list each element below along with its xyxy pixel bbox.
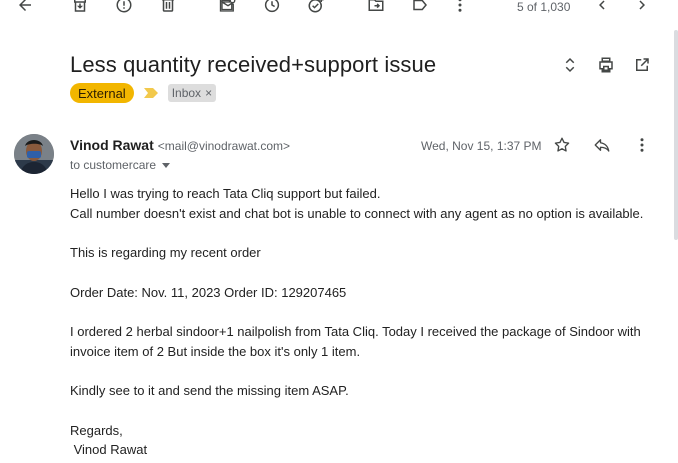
open-in-new-icon (636, 58, 649, 71)
older-button[interactable] (631, 0, 653, 16)
delete-button[interactable] (157, 0, 179, 16)
recipient-line: to customercare (70, 158, 171, 172)
chevron-right-icon (639, 0, 645, 10)
chevron-left-icon (599, 0, 605, 10)
mark-unread-icon (219, 0, 236, 12)
message-more-button[interactable] (631, 134, 653, 156)
inbox-label-text: Inbox (171, 86, 202, 100)
reply-button[interactable] (591, 134, 613, 156)
back-button[interactable] (14, 0, 36, 16)
email-date: Wed, Nov 15, 1:37 PM (421, 139, 542, 153)
inbox-label: Inbox × (167, 84, 217, 102)
email-body: Hello I was trying to reach Tata Cliq su… (70, 184, 660, 460)
report-spam-icon (116, 0, 132, 13)
toolbar: 5 of 1,030 (0, 0, 678, 18)
printer-icon (599, 57, 613, 73)
label-button[interactable] (409, 0, 431, 16)
pagination-text: 5 of 1,030 (517, 0, 571, 14)
body-line: This is regarding my recent order (70, 245, 261, 260)
label-icon (413, 0, 427, 11)
move-to-button[interactable] (365, 0, 387, 16)
archive-button[interactable] (69, 0, 91, 16)
body-line: I ordered 2 herbal sindoor+1 nailpolish … (70, 324, 641, 339)
expand-all-button[interactable] (559, 54, 581, 76)
more-vert-icon (640, 138, 644, 152)
sender-line: Vinod Rawat <mail@vinodrawat.com> (70, 137, 290, 153)
body-line: Hello I was trying to reach Tata Cliq su… (70, 186, 381, 201)
report-spam-button[interactable] (113, 0, 135, 16)
mark-unread-button[interactable] (217, 0, 239, 16)
sender-avatar[interactable] (14, 134, 54, 174)
body-line: Call number doesn't exist and chat bot i… (70, 205, 644, 221)
star-button[interactable] (551, 134, 573, 156)
archive-icon (74, 0, 86, 12)
star-icon (554, 137, 570, 152)
snooze-button[interactable] (261, 0, 283, 16)
unfold-icon (565, 57, 575, 73)
email-subject: Less quantity received+support issue (70, 52, 437, 77)
trash-icon (162, 0, 174, 12)
add-to-tasks-button[interactable] (305, 0, 327, 16)
sender-name[interactable]: Vinod Rawat (70, 137, 154, 153)
add-task-icon (308, 0, 324, 13)
scrollbar[interactable] (674, 30, 678, 240)
body-line: Order Date: Nov. 11, 2023 Order ID: 1292… (70, 284, 347, 300)
show-details-chevron-down-icon[interactable] (162, 162, 171, 168)
move-to-folder-icon (368, 0, 384, 11)
external-label: External (70, 83, 134, 103)
clock-icon (264, 0, 280, 13)
label-row: External Inbox × (70, 83, 217, 103)
sender-email: <mail@vinodrawat.com> (157, 139, 290, 153)
recipient-text: to customercare (70, 158, 157, 172)
newer-button[interactable] (591, 0, 613, 16)
body-line: Kindly see to it and send the missing it… (70, 383, 349, 398)
body-line: invoice item of 2 But inside the box it'… (70, 343, 361, 359)
reply-icon (594, 139, 610, 152)
importance-marker-icon[interactable] (143, 88, 158, 98)
arrow-left-icon (19, 0, 31, 11)
open-new-window-button[interactable] (631, 54, 653, 76)
remove-label-button[interactable]: × (205, 86, 212, 100)
print-button[interactable] (595, 54, 617, 76)
more-options-button[interactable] (449, 0, 471, 16)
body-line: Regards, (70, 422, 123, 438)
body-line: Vinod Rawat (70, 442, 148, 457)
more-vert-icon (458, 0, 462, 12)
